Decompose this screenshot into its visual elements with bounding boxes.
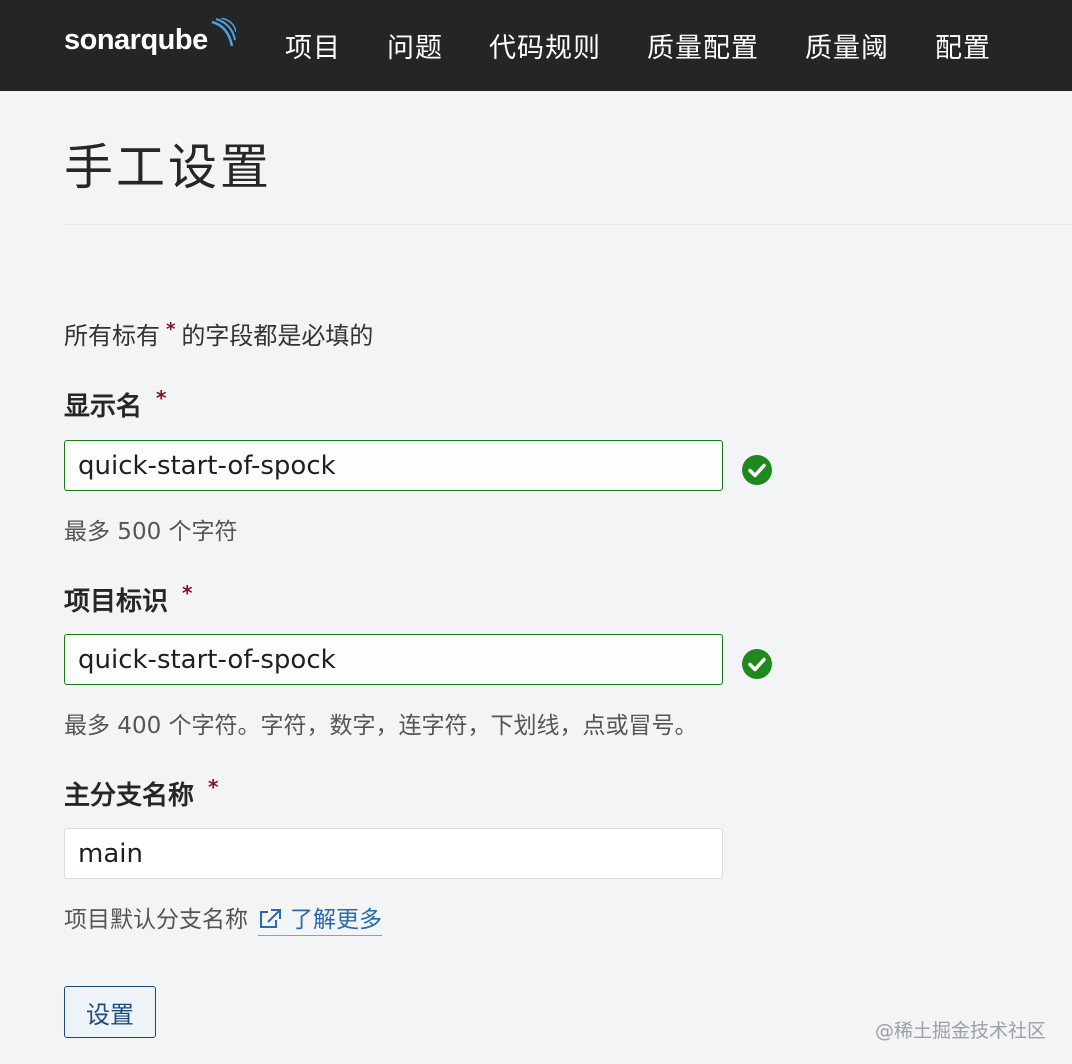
display-name-input[interactable] — [64, 440, 723, 491]
valid-check-icon — [742, 455, 772, 485]
nav-projects[interactable]: 项目 — [285, 26, 341, 65]
page-title: 手工设置 — [64, 139, 273, 196]
external-link-icon — [260, 909, 281, 928]
project-key-label-text: 项目标识 — [64, 587, 169, 617]
top-navigation-bar: sonarqube 项目 问题 代码规则 质量配置 质量阈 配置 — [0, 0, 1072, 91]
required-note-suffix: 的字段都是必填的 — [181, 322, 374, 350]
main-branch-input[interactable] — [64, 828, 723, 879]
watermark: @稀土掘金技术社区 — [874, 1020, 1046, 1042]
required-star: * — [166, 319, 176, 340]
nav-issues[interactable]: 问题 — [387, 26, 443, 65]
nav-rules[interactable]: 代码规则 — [489, 26, 601, 65]
project-key-input[interactable] — [64, 634, 723, 685]
project-key-label: 项目标识 * — [64, 581, 192, 618]
setup-button[interactable]: 设置 — [64, 986, 156, 1038]
display-name-help: 最多 500 个字符 — [64, 519, 238, 545]
title-divider — [64, 224, 1072, 225]
main-branch-help-text: 项目默认分支名称 — [64, 907, 248, 933]
logo-text: sonarqube — [64, 23, 208, 56]
nav-administration[interactable]: 配置 — [935, 26, 991, 65]
required-star: * — [182, 581, 193, 605]
main-branch-label: 主分支名称 * — [64, 775, 218, 812]
nav-quality-profiles[interactable]: 质量配置 — [647, 26, 759, 65]
display-name-label: 显示名 * — [64, 386, 166, 423]
sonarqube-logo[interactable]: sonarqube — [64, 18, 236, 62]
required-star: * — [208, 775, 219, 799]
main-branch-help: 项目默认分支名称 了解更多 — [64, 900, 382, 936]
required-fields-note: 所有标有 * 的字段都是必填的 — [64, 316, 373, 351]
required-note-prefix: 所有标有 — [64, 322, 160, 350]
main-branch-label-text: 主分支名称 — [64, 781, 195, 811]
project-key-help: 最多 400 个字符。字符，数字，连字符，下划线，点或冒号。 — [64, 713, 698, 739]
learn-more-text: 了解更多 — [290, 907, 382, 933]
logo-waves-icon — [211, 18, 236, 47]
main-nav: 项目 问题 代码规则 质量配置 质量阈 配置 — [285, 0, 991, 91]
learn-more-link[interactable]: 了解更多 — [258, 907, 382, 936]
valid-check-icon — [742, 649, 772, 679]
required-star: * — [156, 386, 167, 410]
display-name-label-text: 显示名 — [64, 392, 143, 422]
nav-quality-gates[interactable]: 质量阈 — [805, 26, 889, 65]
